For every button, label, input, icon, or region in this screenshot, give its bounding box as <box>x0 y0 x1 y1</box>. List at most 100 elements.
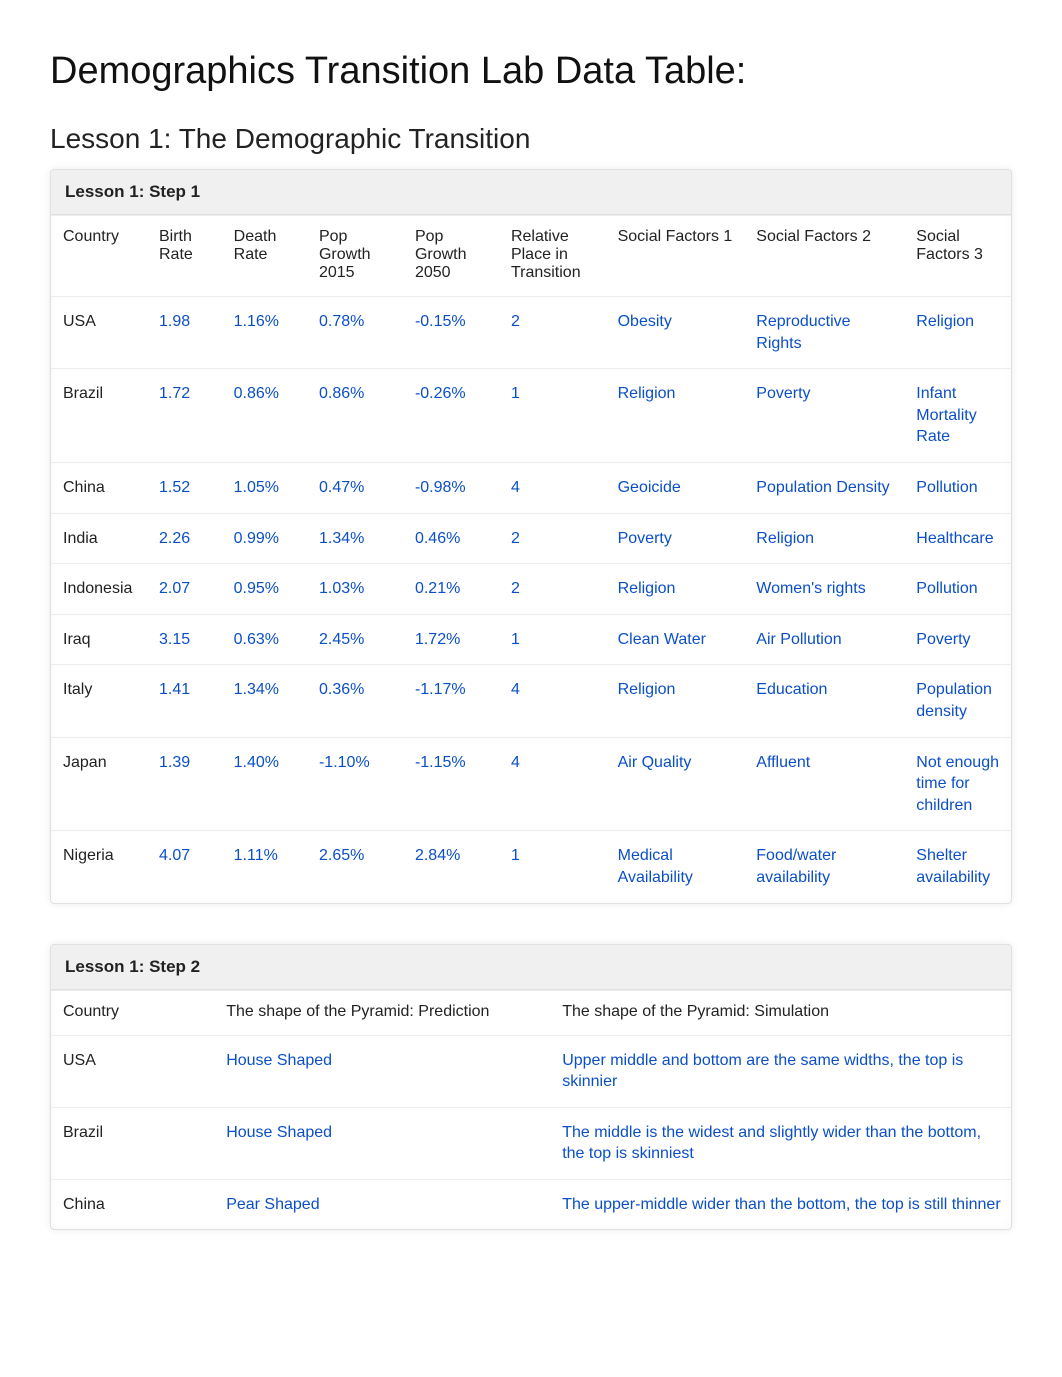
row-label: India <box>51 513 147 564</box>
cell-value: Pollution <box>904 462 1011 513</box>
table-row: Brazil1.720.86%0.86%-0.26%1ReligionPover… <box>51 369 1011 463</box>
cell-value: 1 <box>499 369 606 463</box>
table-row: China1.521.05%0.47%-0.98%4GeoicidePopula… <box>51 462 1011 513</box>
col-country: Country <box>51 216 147 297</box>
cell-value: 2 <box>499 513 606 564</box>
cell-value: 2.65% <box>307 831 403 903</box>
cell-value: 3.15 <box>147 614 222 665</box>
row-label: Brazil <box>51 369 147 463</box>
cell-value: -0.15% <box>403 297 499 369</box>
col-social-1: Social Factors 1 <box>606 216 745 297</box>
cell-value: 0.86% <box>307 369 403 463</box>
row-label: USA <box>51 1035 214 1107</box>
cell-value: Air Quality <box>606 737 745 831</box>
cell-value: 1.16% <box>222 297 307 369</box>
cell-value: Pear Shaped <box>214 1179 550 1229</box>
step2-table: Country The shape of the Pyramid: Predic… <box>51 990 1011 1230</box>
cell-value: Religion <box>606 665 745 737</box>
row-label: China <box>51 1179 214 1229</box>
col-growth-2050: Pop Growth 2050 <box>403 216 499 297</box>
cell-value: 1.72% <box>403 614 499 665</box>
cell-value: 1.11% <box>222 831 307 903</box>
cell-value: 2 <box>499 564 606 615</box>
cell-value: Poverty <box>744 369 904 463</box>
cell-value: Clean Water <box>606 614 745 665</box>
table-row: Iraq3.150.63%2.45%1.72%1Clean WaterAir P… <box>51 614 1011 665</box>
cell-value: Education <box>744 665 904 737</box>
cell-value: Medical Availability <box>606 831 745 903</box>
table-header-row: Country The shape of the Pyramid: Predic… <box>51 990 1011 1035</box>
row-label: Iraq <box>51 614 147 665</box>
cell-value: Shelter availability <box>904 831 1011 903</box>
cell-value: 1 <box>499 614 606 665</box>
col-death-rate: Death Rate <box>222 216 307 297</box>
row-label: China <box>51 462 147 513</box>
row-label: Indonesia <box>51 564 147 615</box>
table-row: Italy1.411.34%0.36%-1.17%4ReligionEducat… <box>51 665 1011 737</box>
step1-caption: Lesson 1: Step 1 <box>51 170 1011 215</box>
table-row: BrazilHouse ShapedThe middle is the wide… <box>51 1107 1011 1179</box>
cell-value: 0.47% <box>307 462 403 513</box>
cell-value: 0.95% <box>222 564 307 615</box>
col-social-3: Social Factors 3 <box>904 216 1011 297</box>
cell-value: Pollution <box>904 564 1011 615</box>
table-row: Nigeria4.071.11%2.65%2.84%1Medical Avail… <box>51 831 1011 903</box>
cell-value: Upper middle and bottom are the same wid… <box>550 1035 1011 1107</box>
cell-value: 0.46% <box>403 513 499 564</box>
cell-value: Food/water availability <box>744 831 904 903</box>
cell-value: 4 <box>499 665 606 737</box>
cell-value: Affluent <box>744 737 904 831</box>
cell-value: 0.78% <box>307 297 403 369</box>
cell-value: -0.26% <box>403 369 499 463</box>
page-title: Demographics Transition Lab Data Table: <box>50 50 1012 93</box>
row-label: Japan <box>51 737 147 831</box>
cell-value: Population Density <box>744 462 904 513</box>
cell-value: Air Pollution <box>744 614 904 665</box>
cell-value: Poverty <box>904 614 1011 665</box>
cell-value: Obesity <box>606 297 745 369</box>
page-subtitle: Lesson 1: The Demographic Transition <box>50 123 1012 155</box>
step1-table-card: Lesson 1: Step 1 Country Birth Rate Deat… <box>50 169 1012 904</box>
cell-value: 2 <box>499 297 606 369</box>
cell-value: 1.34% <box>222 665 307 737</box>
cell-value: 4 <box>499 462 606 513</box>
cell-value: 0.36% <box>307 665 403 737</box>
col-birth-rate: Birth Rate <box>147 216 222 297</box>
cell-value: 1.41 <box>147 665 222 737</box>
cell-value: 0.63% <box>222 614 307 665</box>
cell-value: 1.52 <box>147 462 222 513</box>
cell-value: 0.21% <box>403 564 499 615</box>
col-transition-place: Relative Place in Transition <box>499 216 606 297</box>
cell-value: -1.10% <box>307 737 403 831</box>
table-row: USA1.981.16%0.78%-0.15%2ObesityReproduct… <box>51 297 1011 369</box>
cell-value: 0.86% <box>222 369 307 463</box>
cell-value: 2.45% <box>307 614 403 665</box>
table-header-row: Country Birth Rate Death Rate Pop Growth… <box>51 216 1011 297</box>
cell-value: 2.84% <box>403 831 499 903</box>
table-row: India2.260.99%1.34%0.46%2PovertyReligion… <box>51 513 1011 564</box>
cell-value: House Shaped <box>214 1035 550 1107</box>
cell-value: Women's rights <box>744 564 904 615</box>
col-country: Country <box>51 990 214 1035</box>
step2-table-card: Lesson 1: Step 2 Country The shape of th… <box>50 944 1012 1231</box>
cell-value: 1.05% <box>222 462 307 513</box>
cell-value: 0.99% <box>222 513 307 564</box>
cell-value: -1.15% <box>403 737 499 831</box>
row-label: Italy <box>51 665 147 737</box>
cell-value: 4.07 <box>147 831 222 903</box>
cell-value: Population density <box>904 665 1011 737</box>
table-row: Indonesia2.070.95%1.03%0.21%2ReligionWom… <box>51 564 1011 615</box>
step2-caption: Lesson 1: Step 2 <box>51 945 1011 990</box>
cell-value: 1.40% <box>222 737 307 831</box>
row-label: USA <box>51 297 147 369</box>
col-simulation: The shape of the Pyramid: Simulation <box>550 990 1011 1035</box>
table-row: USAHouse ShapedUpper middle and bottom a… <box>51 1035 1011 1107</box>
cell-value: Not enough time for children <box>904 737 1011 831</box>
cell-value: Religion <box>606 369 745 463</box>
cell-value: -1.17% <box>403 665 499 737</box>
row-label: Brazil <box>51 1107 214 1179</box>
cell-value: 1.03% <box>307 564 403 615</box>
cell-value: House Shaped <box>214 1107 550 1179</box>
cell-value: -0.98% <box>403 462 499 513</box>
cell-value: Healthcare <box>904 513 1011 564</box>
